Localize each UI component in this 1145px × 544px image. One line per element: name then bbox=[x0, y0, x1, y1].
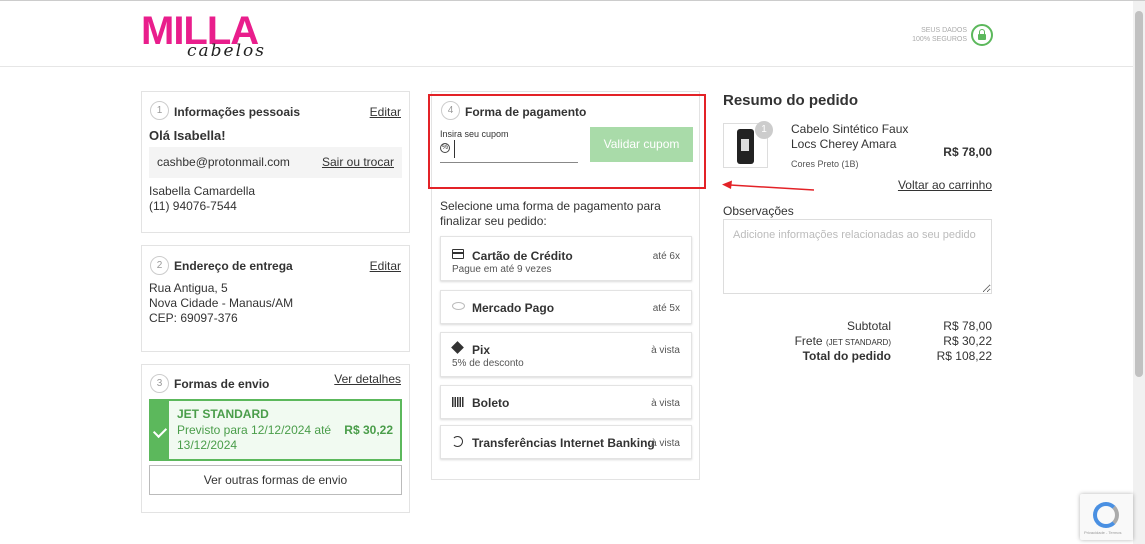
bank-transfer-icon bbox=[452, 436, 463, 447]
switch-account-link[interactable]: Sair ou trocar bbox=[322, 155, 394, 169]
freight-label: Frete bbox=[794, 334, 823, 348]
order-summary-title: Resumo do pedido bbox=[723, 92, 858, 109]
payment-option-credit-card[interactable]: Cartão de Crédito Pague em até 9 vezes a… bbox=[440, 236, 692, 281]
edit-personal-link[interactable]: Editar bbox=[370, 105, 401, 119]
coupon-highlight-annotation bbox=[428, 94, 706, 189]
payment-option-installments: até 5x bbox=[652, 303, 680, 314]
payment-option-bank-transfer[interactable]: Transferências Internet Banking à vista bbox=[440, 425, 692, 459]
email-text: cashbe@protonmail.com bbox=[157, 155, 290, 169]
subtotal-label: Subtotal bbox=[846, 319, 891, 333]
annotation-arrow-icon bbox=[722, 180, 814, 191]
step-number: 1 bbox=[150, 101, 169, 120]
payment-option-installments: à vista bbox=[651, 345, 680, 356]
lock-icon bbox=[971, 24, 993, 46]
notes-label: Observações bbox=[723, 204, 794, 218]
product-name-line1: Cabelo Sintético Faux bbox=[791, 122, 909, 136]
payment-option-name: Cartão de Crédito bbox=[472, 249, 573, 263]
freight-label-row: Frete (JET STANDARD) bbox=[721, 334, 891, 348]
payment-option-name: Pix bbox=[472, 343, 491, 357]
shipping-title: Formas de envio bbox=[174, 377, 270, 391]
secure-badge: SEUS DADOS 100% SEGUROS bbox=[900, 23, 995, 49]
payment-option-sub: 5% de desconto bbox=[452, 358, 524, 369]
shipping-eta-line1: Previsto para 12/12/2024 até bbox=[177, 423, 332, 437]
shipping-eta-line2: 13/12/2024 bbox=[177, 438, 238, 452]
customer-phone: (11) 94076-7544 bbox=[149, 199, 237, 213]
mercado-pago-icon bbox=[452, 302, 465, 310]
product-price: R$ 78,00 bbox=[943, 145, 992, 159]
address-city: Nova Cidade - Manaus/AM bbox=[149, 296, 294, 310]
personal-info-card: 1 Informações pessoais Editar Olá Isabel… bbox=[141, 91, 410, 233]
freight-value: R$ 30,22 bbox=[943, 334, 992, 348]
payment-option-name: Boleto bbox=[472, 396, 510, 410]
email-row: cashbe@protonmail.com Sair ou trocar bbox=[149, 147, 402, 178]
payment-option-mercado-pago[interactable]: Mercado Pago até 5x bbox=[440, 290, 692, 324]
personal-info-title: Informações pessoais bbox=[174, 105, 301, 119]
secure-badge-text: SEUS DADOS 100% SEGUROS bbox=[912, 27, 967, 43]
payment-option-boleto[interactable]: Boleto à vista bbox=[440, 385, 692, 419]
product-variant: Cores Preto (1B) bbox=[791, 159, 859, 169]
payment-instruction: Selecione uma forma de pagamento para fi… bbox=[440, 199, 661, 228]
site-header: MILLA cabelos SEUS DADOS 100% SEGUROS bbox=[0, 1, 1133, 67]
barcode-icon bbox=[452, 397, 464, 407]
other-shipping-button[interactable]: Ver outras formas de envio bbox=[149, 465, 402, 495]
address-title: Endereço de entrega bbox=[174, 259, 293, 273]
payment-option-sub: Pague em até 9 vezes bbox=[452, 264, 552, 275]
step-number: 2 bbox=[150, 256, 169, 275]
subtotal-value: R$ 78,00 bbox=[943, 319, 992, 333]
page-scrollbar[interactable] bbox=[1133, 1, 1145, 544]
notes-textarea[interactable] bbox=[723, 219, 992, 294]
credit-card-icon bbox=[452, 249, 464, 259]
edit-address-link[interactable]: Editar bbox=[370, 259, 401, 273]
payment-option-name: Transferências Internet Banking bbox=[472, 436, 655, 450]
total-value: R$ 108,22 bbox=[936, 349, 992, 363]
address-zip: CEP: 69097-376 bbox=[149, 311, 238, 325]
shipping-details-link[interactable]: Ver detalhes bbox=[334, 372, 401, 386]
product-quantity-badge: 1 bbox=[755, 121, 773, 139]
shipping-method-name: JET STANDARD bbox=[177, 407, 269, 421]
payment-option-pix[interactable]: Pix 5% de desconto à vista bbox=[440, 332, 692, 377]
step-number: 3 bbox=[150, 374, 169, 393]
logo-sub-text: cabelos bbox=[187, 41, 266, 61]
address-street: Rua Antigua, 5 bbox=[149, 281, 228, 295]
freight-method: (JET STANDARD) bbox=[825, 338, 891, 347]
customer-name: Isabella Camardella bbox=[149, 184, 256, 198]
delivery-address-card: 2 Endereço de entrega Editar Rua Antigua… bbox=[141, 245, 410, 352]
back-to-cart-link[interactable]: Voltar ao carrinho bbox=[860, 178, 992, 192]
milla-cabelos-logo[interactable]: MILLA cabelos bbox=[141, 11, 291, 61]
product-image-label bbox=[741, 139, 749, 151]
check-icon bbox=[151, 401, 169, 459]
shipping-methods-card: 3 Formas de envio Ver detalhes JET STAND… bbox=[141, 364, 410, 513]
shipping-option-jet-standard[interactable]: JET STANDARD Previsto para 12/12/2024 at… bbox=[149, 399, 402, 461]
pix-icon bbox=[451, 341, 464, 354]
payment-option-installments: à vista bbox=[651, 398, 680, 409]
recaptcha-icon bbox=[1093, 502, 1119, 528]
payment-option-installments: à vista bbox=[651, 438, 680, 449]
payment-option-installments: até 6x bbox=[652, 251, 680, 262]
payment-option-name: Mercado Pago bbox=[472, 301, 555, 315]
product-name-line2: Locs Cherey Amara bbox=[791, 137, 897, 151]
shipping-price: R$ 30,22 bbox=[344, 423, 393, 437]
greeting: Olá Isabella! bbox=[149, 128, 226, 143]
total-label: Total do pedido bbox=[802, 349, 891, 363]
recaptcha-badge[interactable]: Privacidade - Termos bbox=[1080, 494, 1133, 540]
recaptcha-text: Privacidade - Termos bbox=[1084, 530, 1122, 535]
scrollbar-thumb[interactable] bbox=[1135, 11, 1143, 377]
